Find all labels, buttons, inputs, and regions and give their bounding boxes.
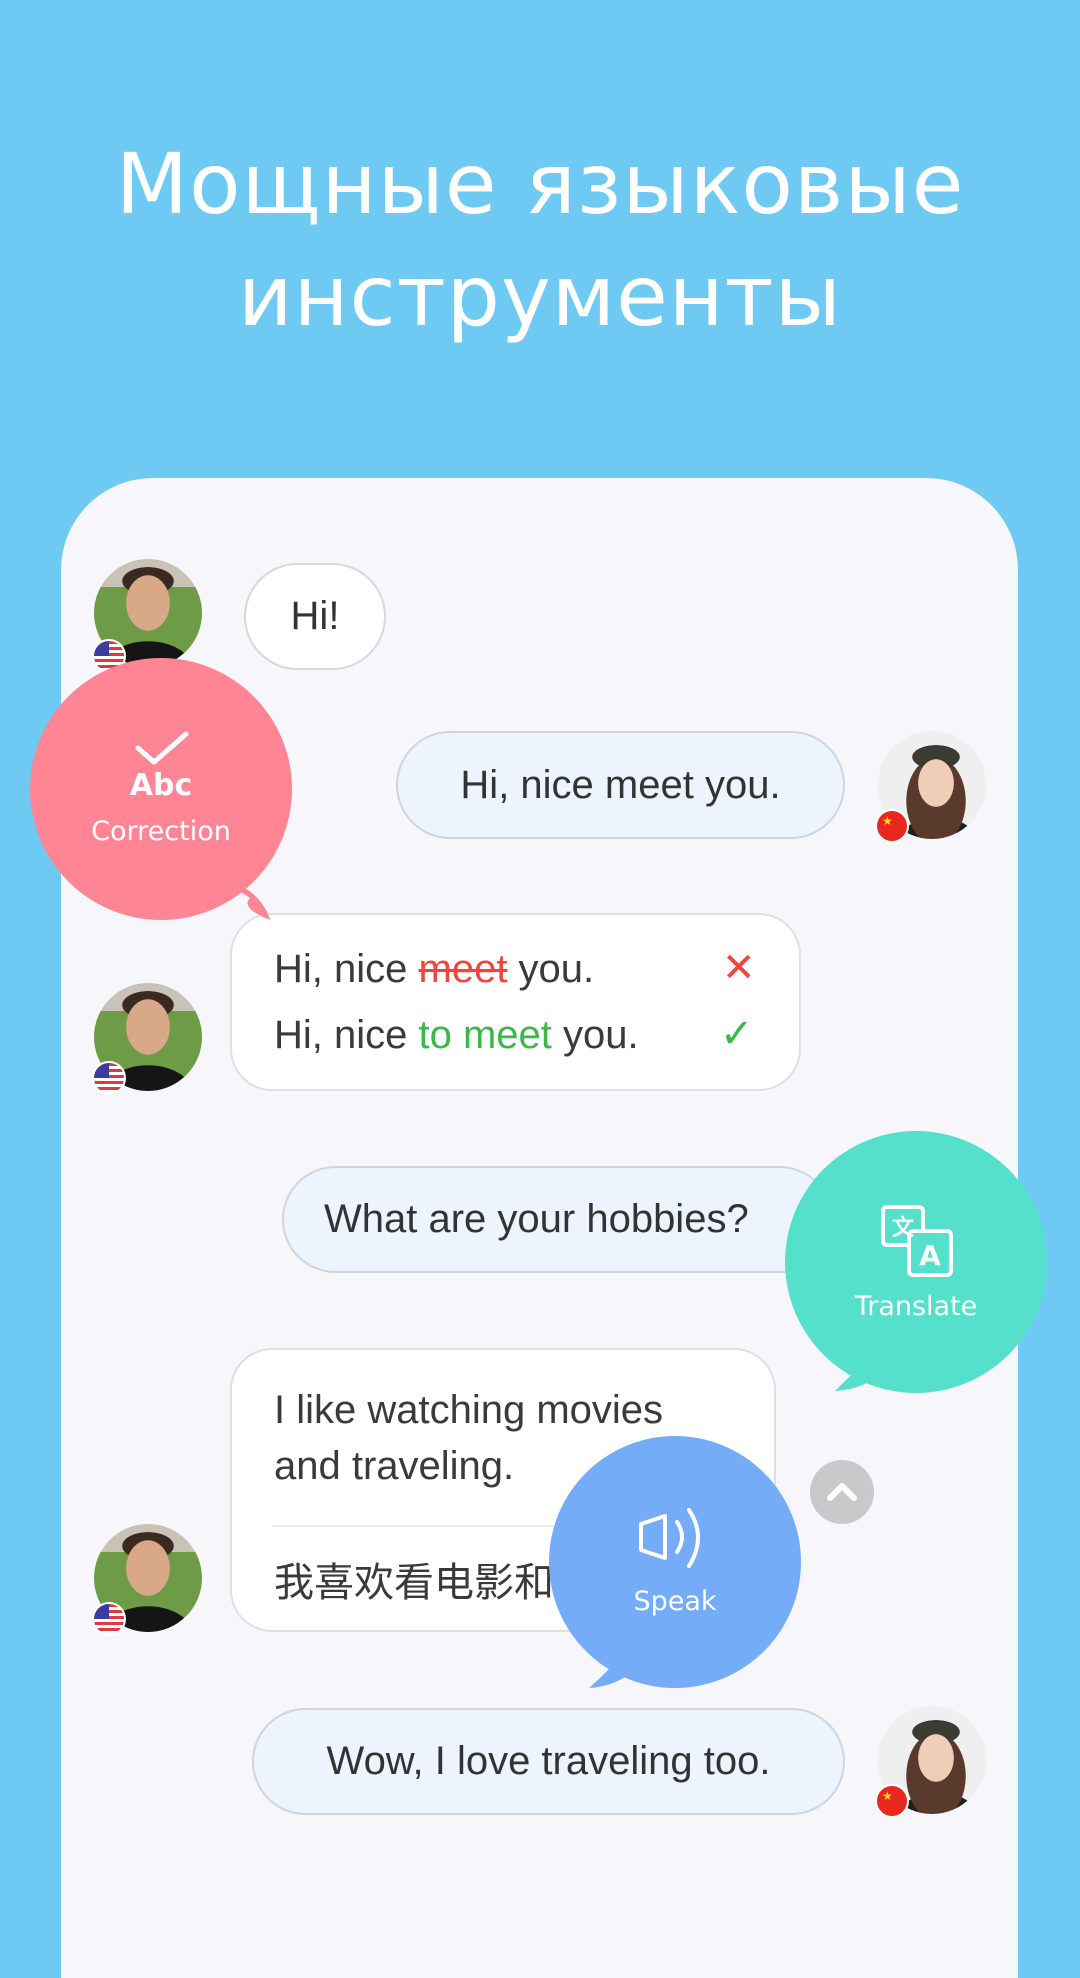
- message-bubble[interactable]: What are your hobbies?: [282, 1166, 833, 1273]
- cn-flag-icon: ★: [875, 809, 909, 843]
- headline-line-1: Мощные языковые: [115, 135, 965, 233]
- speaker-icon: [639, 1508, 700, 1568]
- abc-icon-text: Abc: [129, 768, 193, 803]
- check-icon: ✓: [720, 1011, 754, 1057]
- bubble-tail: [220, 878, 270, 920]
- svg-text:文: 文: [892, 1215, 915, 1241]
- speak-tool-bubble[interactable]: Speak: [549, 1436, 801, 1688]
- translate-icon: 文 A: [881, 1205, 953, 1277]
- us-flag-icon: [92, 1602, 126, 1636]
- bubble-tail: [589, 1646, 639, 1688]
- message-bubble[interactable]: Wow, I love traveling too.: [252, 1708, 845, 1815]
- wrong-word: meet: [418, 947, 508, 991]
- message-text: Hi!: [290, 594, 340, 638]
- wrong-suffix: you.: [507, 947, 595, 991]
- original-line-1: I like watching movies: [274, 1388, 664, 1432]
- us-flag-icon: [92, 1061, 126, 1095]
- chevron-up-icon: [827, 1483, 857, 1501]
- svg-text:A: A: [919, 1239, 941, 1272]
- wrong-x-icon: ✕: [722, 945, 756, 991]
- collapse-button[interactable]: [810, 1460, 874, 1524]
- original-line-2: and traveling.: [274, 1444, 515, 1488]
- bubble-tail: [835, 1351, 885, 1391]
- right-suffix: you.: [551, 1013, 639, 1057]
- message-text: Wow, I love traveling too.: [326, 1739, 771, 1783]
- speak-label: Speak: [633, 1586, 717, 1617]
- translate-label: Translate: [854, 1291, 978, 1322]
- correction-card: Hi, nice meet you. ✕ Hi, nice to meet yo…: [230, 913, 801, 1091]
- headline-line-2: инструменты: [238, 247, 842, 345]
- cn-flag-icon: ★: [875, 1784, 909, 1818]
- headline: Мощные языковые инструменты: [0, 128, 1080, 352]
- correction-tool-bubble[interactable]: Abc Correction: [30, 658, 292, 920]
- corrected-sentence: Hi, nice to meet you.: [274, 1013, 639, 1058]
- message-text: Hi, nice meet you.: [460, 762, 781, 807]
- message-bubble[interactable]: Hi, nice meet you.: [396, 731, 845, 839]
- message-text: What are your hobbies?: [324, 1197, 749, 1241]
- correction-label: Correction: [91, 816, 231, 847]
- message-bubble[interactable]: Hi!: [244, 563, 386, 670]
- wrong-sentence: Hi, nice meet you.: [274, 947, 594, 992]
- right-word: to meet: [418, 1013, 552, 1057]
- right-prefix: Hi, nice: [274, 1013, 419, 1057]
- check-icon: [135, 731, 189, 765]
- wrong-prefix: Hi, nice: [274, 947, 419, 991]
- translate-tool-bubble[interactable]: 文 A Translate: [785, 1131, 1047, 1393]
